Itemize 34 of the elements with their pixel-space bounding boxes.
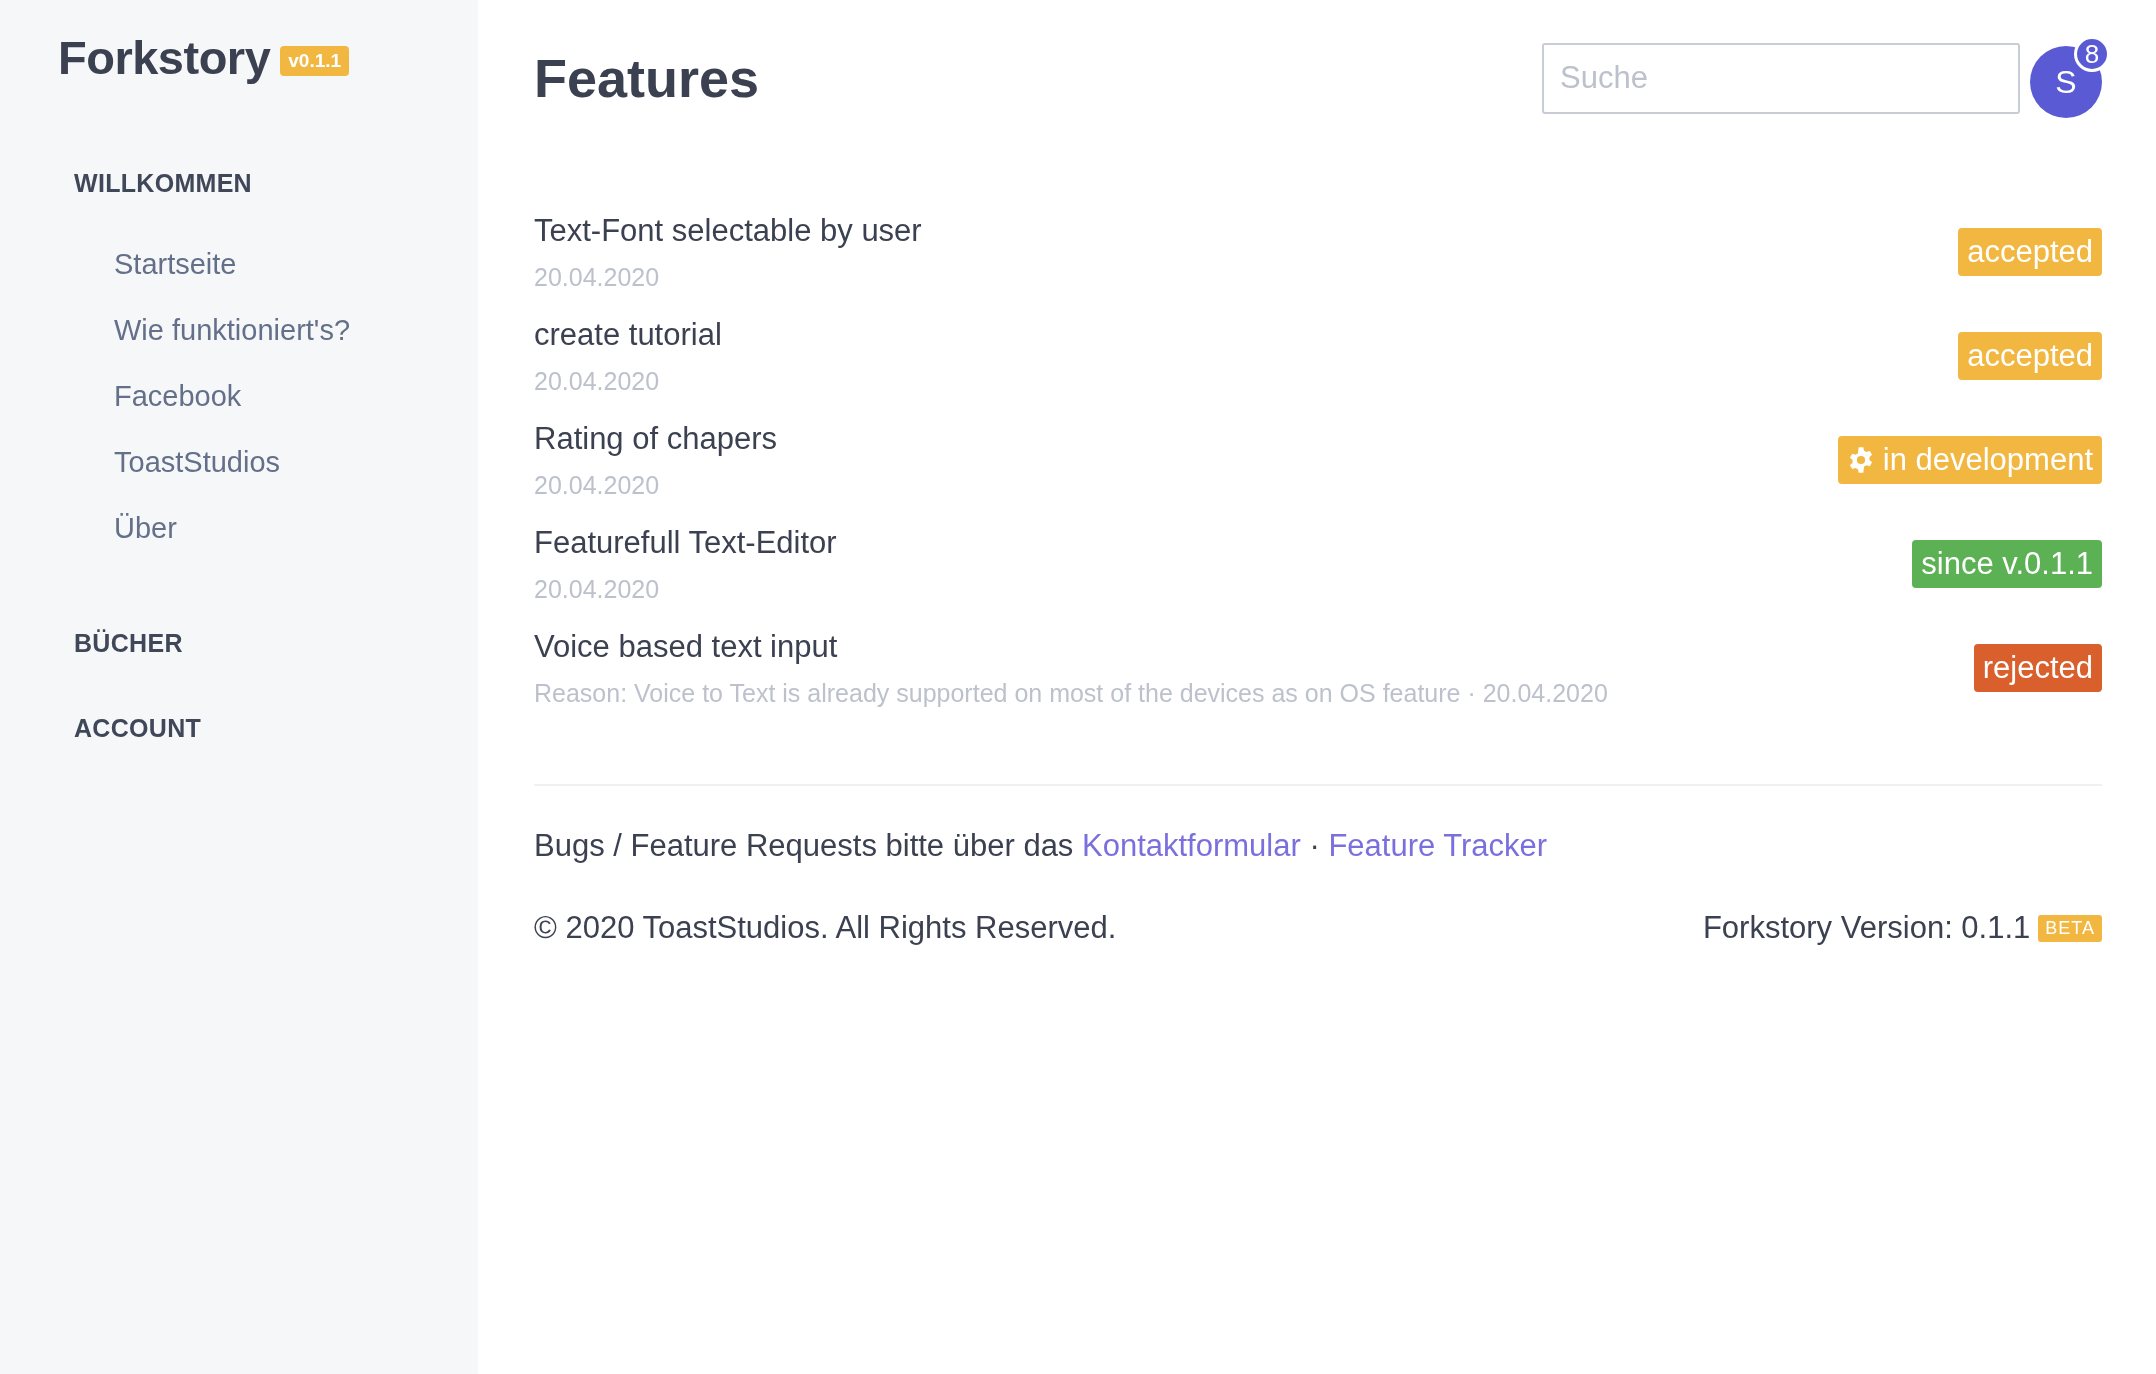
feature-title: Featurefull Text-Editor <box>534 524 837 561</box>
status-badge: rejected <box>1973 644 2102 692</box>
status-badge: since v.0.1.1 <box>1912 540 2102 588</box>
page-title: Features <box>534 47 760 109</box>
version-text: Forkstory Version: 0.1.1 <box>1702 910 2031 946</box>
status-badge: in development <box>1837 436 2102 484</box>
feature-title: create tutorial <box>534 316 722 353</box>
feature-meta: 20.04.2020 <box>534 470 661 500</box>
nav-link[interactable]: Startseite <box>114 248 237 281</box>
copyright-text: © 2020 ToastStudios. All Rights Reserved. <box>534 910 1117 946</box>
feature-title: Rating of chapers <box>534 420 777 457</box>
section-heading[interactable]: BÜCHER <box>74 629 478 658</box>
footer-link[interactable]: Feature Tracker <box>1328 828 1548 863</box>
status-badge: accepted <box>1958 228 2102 276</box>
feature-title: Text-Font selectable by user <box>534 212 922 249</box>
version-badge: v0.1.1 <box>280 45 350 76</box>
section-heading[interactable]: WILLKOMMEN <box>74 169 478 198</box>
notification-badge: 8 <box>2074 36 2110 72</box>
footer-link[interactable]: Kontaktformular <box>1082 828 1301 863</box>
nav-link[interactable]: Über <box>114 512 177 545</box>
nav-link[interactable]: ToastStudios <box>114 446 281 479</box>
status-badge: accepted <box>1958 332 2102 380</box>
footer-text: Bugs / Feature Requests bitte über das Kontaktformular · Feature Tracker <box>534 828 1549 864</box>
feature-meta: 20.04.2020 <box>534 366 661 396</box>
feature-meta: Reason: Voice to Text is already supported on most of the devices as on OS feature · 20.04.2020 <box>534 678 1608 708</box>
feature-meta: 20.04.2020 <box>534 574 661 604</box>
nav-link[interactable]: Facebook <box>114 380 242 413</box>
app-logo[interactable]: Forkstory <box>58 30 271 85</box>
feature-meta: 20.04.2020 <box>534 262 661 292</box>
section-heading[interactable]: ACCOUNT <box>74 714 478 743</box>
search-field[interactable]: Suche <box>1542 42 2020 114</box>
feature-title: Voice based text input <box>534 628 839 665</box>
beta-badge: BETA <box>2038 914 2102 942</box>
nav-link[interactable]: Wie funktioniert's? <box>114 314 351 347</box>
